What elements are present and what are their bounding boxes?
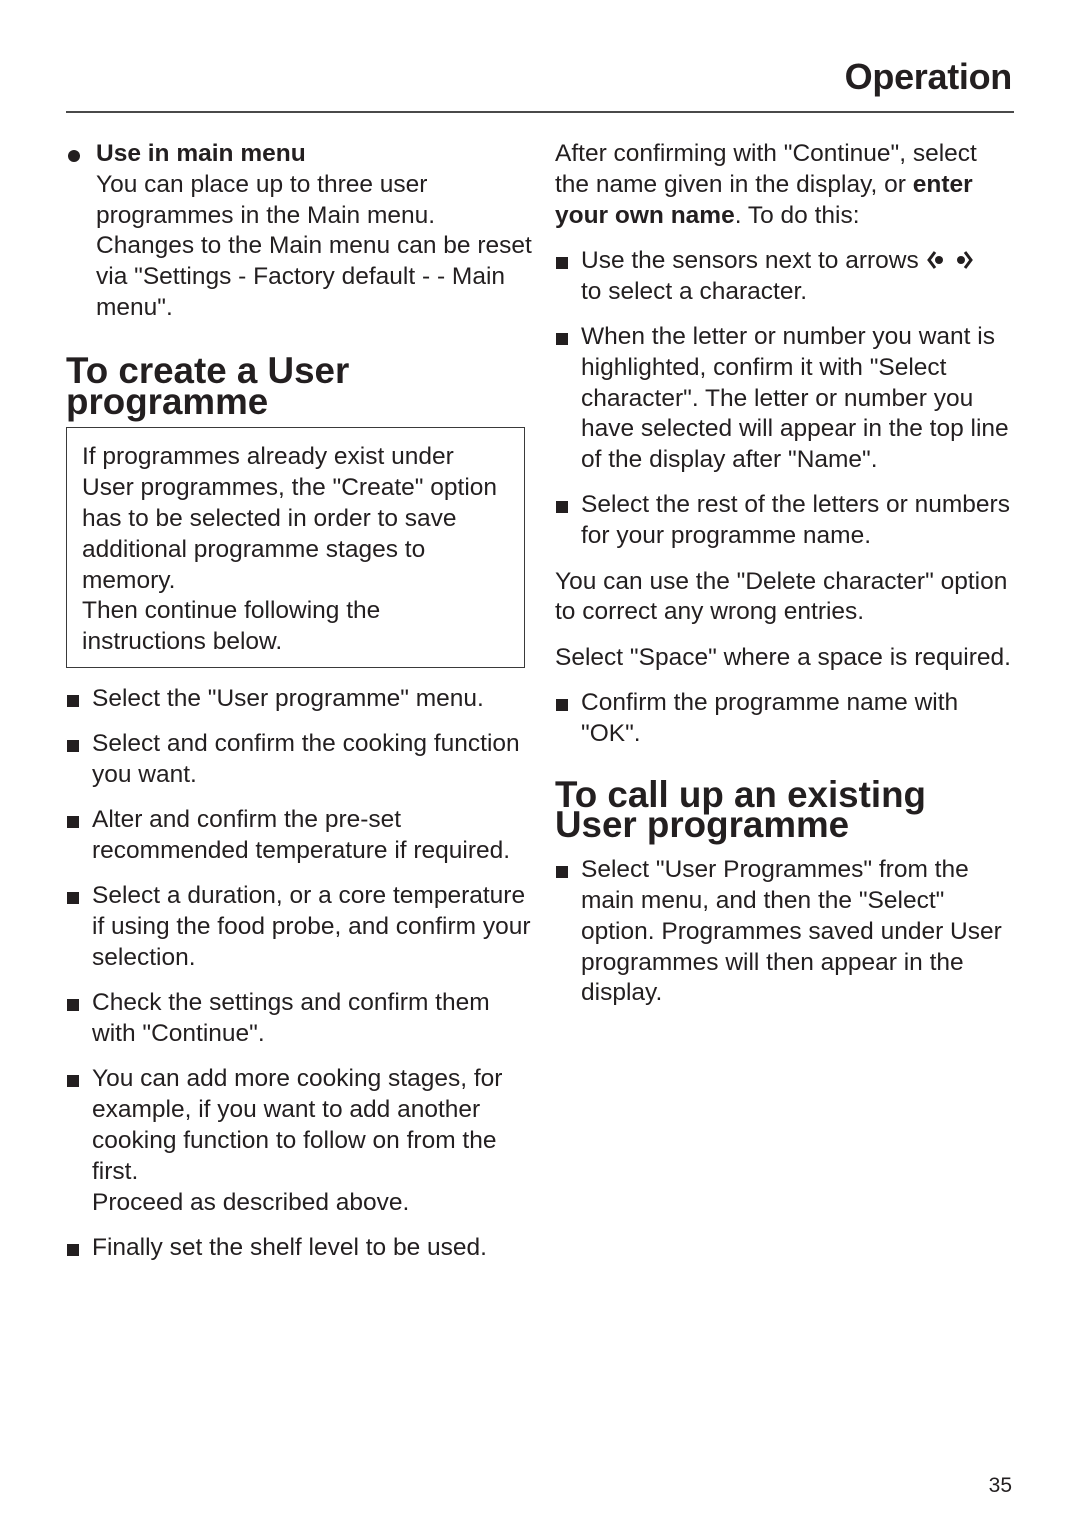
square-bullet-icon [556,698,568,711]
square-bullet-icon [556,256,568,269]
list-item: You can add more cooking stages, for exa… [66,1064,532,1218]
step-text: Confirm the programme name with "OK". [581,688,959,747]
delete-character-note: You can use the "Delete character" optio… [555,567,1008,626]
use-in-main-menu-title: Use in main menu [96,140,306,167]
list-item: Select a duration, or a core temperature… [66,881,532,973]
arrow-right-sensor-icon [954,249,974,271]
square-bullet-icon [67,740,79,753]
step-text: Check the settings and confirm them with… [92,989,490,1048]
list-item: Select and confirm the cooking function … [66,729,532,791]
call-up-steps-list: Select "User Programmes" from the main m… [555,855,1015,1009]
name-entry-intro: After confirming with "Continue", select… [555,139,1015,231]
create-steps-list: Select the "User programme" menu. Select… [66,684,532,1264]
call-up-user-programme-heading: To call up an existing User programme [555,773,926,846]
square-bullet-icon [67,1243,79,1256]
square-bullet-icon [556,866,568,879]
use-in-main-menu-text: You can place up to three user programme… [96,170,532,321]
note-paragraph: If programmes already exist under User p… [82,443,498,594]
square-bullet-icon [67,694,79,707]
intro-text-end: . To do this: [734,201,860,229]
step-text: Select the rest of the letters or number… [581,491,1010,550]
step-text-end: to select a character. [581,277,808,305]
step-text: When the letter or number you want is hi… [581,322,1009,474]
square-bullet-icon [67,1075,79,1088]
step-text: Use the sensors next to arrows to select… [581,246,1015,308]
step-text: Select a duration, or a core temperature… [92,882,531,972]
note-paragraph: Then continue following the instructions… [82,597,381,656]
list-item: Finally set the shelf level to be used. [66,1233,532,1264]
step-text-start: Use the sensors next to arrows [581,246,919,274]
list-item: Confirm the programme name with "OK". [555,688,1015,750]
list-item: Alter and confirm the pre-set recommende… [66,805,532,867]
list-item: Use the sensors next to arrows to select… [555,246,1015,308]
arrow-left-sensor-icon [926,249,946,271]
step-text: Finally set the shelf level to be used. [92,1233,487,1261]
confirm-steps-list: Confirm the programme name with "OK". [555,688,1015,750]
header-divider [66,111,1014,113]
list-item: Select the "User programme" menu. [66,684,532,715]
step-text: Alter and confirm the pre-set recommende… [92,806,511,865]
use-in-main-menu-section: Use in main menu You can place up to thr… [66,139,532,324]
list-item: Check the settings and confirm them with… [66,988,532,1050]
name-steps-list: Use the sensors next to arrows to select… [555,246,1015,552]
right-column: After confirming with "Continue", select… [555,139,1015,1024]
list-item: Select "User Programmes" from the main m… [555,855,1015,1009]
step-extra-text: Proceed as described above. [92,1188,410,1216]
square-bullet-icon [67,999,79,1012]
page-title: Operation [844,56,1013,97]
step-text: Select "User Programmes" from the main m… [581,856,1002,1007]
list-item: Select the rest of the letters or number… [555,490,1015,552]
square-bullet-icon [67,816,79,829]
step-text: Select and confirm the cooking function … [92,730,520,789]
circle-bullet-icon [68,150,80,162]
create-user-programme-heading: To create a User programme [66,349,350,422]
step-text: You can add more cooking stages, for exa… [92,1065,503,1185]
note-box: If programmes already exist under User p… [66,427,525,668]
square-bullet-icon [556,501,568,514]
left-column: Use in main menu You can place up to thr… [66,139,532,1278]
page-number: 35 [988,1474,1012,1497]
space-note: Select "Space" where a space is required… [555,643,1011,671]
square-bullet-icon [67,892,79,905]
list-item: When the letter or number you want is hi… [555,322,1015,476]
step-text: Select the "User programme" menu. [92,684,484,712]
square-bullet-icon [556,332,568,345]
